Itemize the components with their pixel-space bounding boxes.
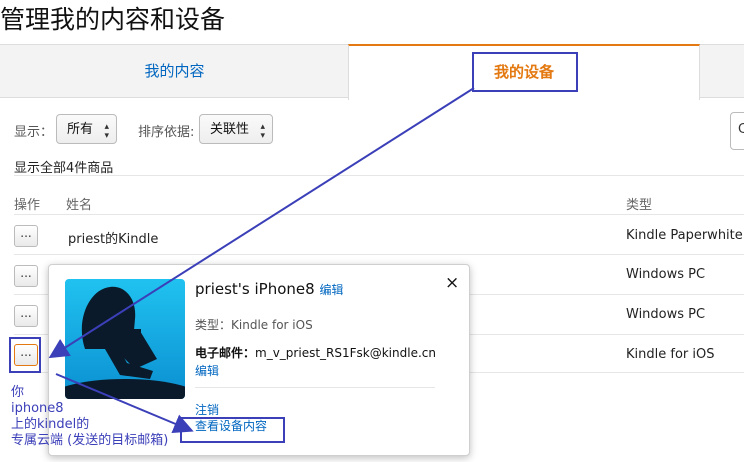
annotation-arrows: [48, 87, 475, 434]
arrow-button-to-link: [55, 373, 194, 434]
arrow-tab-to-button: [48, 87, 475, 359]
